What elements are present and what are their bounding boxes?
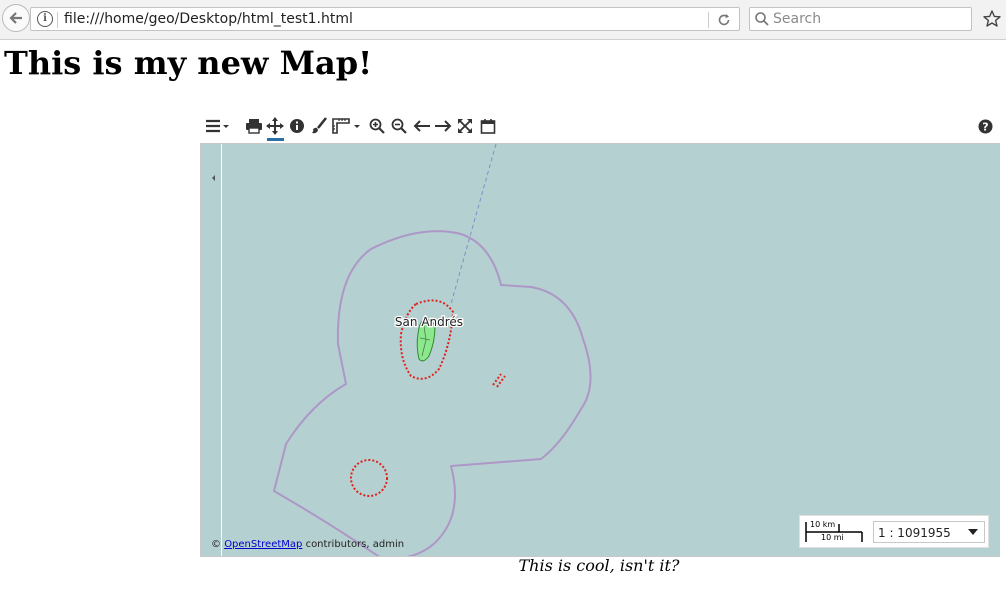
attribution-text: contributors, admin xyxy=(302,539,405,550)
map-view[interactable]: San Andrés © OpenStreetMap contributors,… xyxy=(200,143,1000,557)
zoom-in-icon xyxy=(369,118,385,134)
search-input[interactable]: Search xyxy=(749,7,972,31)
browser-toolbar: i file:///home/geo/Desktop/html_test1.ht… xyxy=(0,0,1006,40)
reload-separator xyxy=(708,12,709,28)
forward-arrow-icon xyxy=(435,120,452,132)
history-forward-button[interactable] xyxy=(432,115,454,137)
reload-icon xyxy=(718,14,730,26)
info-icon xyxy=(290,119,304,133)
search-placeholder: Search xyxy=(773,11,822,27)
info-icon[interactable]: i xyxy=(37,11,53,27)
zoom-out-icon xyxy=(391,118,407,134)
pan-zoom-control[interactable] xyxy=(201,144,247,364)
url-separator xyxy=(57,12,58,28)
back-button[interactable] xyxy=(2,4,30,32)
info-button[interactable] xyxy=(286,115,308,137)
calendar-icon xyxy=(480,119,496,134)
place-label: San Andrés xyxy=(395,315,463,329)
style-button[interactable] xyxy=(308,115,330,137)
chevron-down-icon[interactable] xyxy=(968,529,978,535)
zoom-out-button[interactable] xyxy=(388,115,410,137)
scale-select[interactable]: 1 : 1091955 xyxy=(873,521,985,543)
scale-value: 1 : 1091955 xyxy=(878,526,951,540)
scale-mi-label: 10 mi xyxy=(821,533,844,542)
reload-button[interactable] xyxy=(715,11,733,29)
caption-text: This is cool, isn't it? xyxy=(518,556,680,575)
pan-icon xyxy=(266,117,284,135)
dashed-route-line xyxy=(450,144,497,305)
map-toolbar: ? xyxy=(200,113,1000,141)
active-tool-indicator xyxy=(267,138,284,141)
back-arrow-icon xyxy=(413,120,430,132)
fullscreen-icon xyxy=(458,119,472,133)
url-text[interactable]: file:///home/geo/Desktop/html_test1.html xyxy=(64,11,353,27)
copyright-symbol: © xyxy=(211,539,221,550)
help-icon: ? xyxy=(978,119,992,133)
measure-button[interactable] xyxy=(331,115,361,137)
reef-outline-south xyxy=(350,459,388,497)
scale-panel: 10 km 10 mi 1 : 1091955 xyxy=(799,515,989,548)
pan-zoom-bar xyxy=(201,144,247,556)
map-layers[interactable]: San Andrés xyxy=(201,144,1000,557)
page-title: This is my new Map! xyxy=(4,44,373,82)
fullscreen-button[interactable] xyxy=(454,115,476,137)
print-icon xyxy=(246,119,262,134)
measure-ruler-icon xyxy=(332,118,360,134)
search-icon xyxy=(755,12,769,26)
osm-link[interactable]: OpenStreetMap xyxy=(224,539,302,550)
print-button[interactable] xyxy=(243,115,265,137)
map-attribution: © OpenStreetMap contributors, admin xyxy=(211,539,404,550)
bookmark-button[interactable] xyxy=(980,7,1004,31)
pan-button[interactable] xyxy=(264,115,286,137)
scale-km-label: 10 km xyxy=(810,520,836,529)
maritime-boundary xyxy=(272,230,592,556)
menu-icon xyxy=(206,119,229,133)
history-back-button[interactable] xyxy=(411,115,433,137)
address-bar[interactable]: i file:///home/geo/Desktop/html_test1.ht… xyxy=(30,7,740,31)
back-arrow-icon xyxy=(9,12,22,24)
help-button[interactable]: ? xyxy=(974,115,996,137)
svg-text:?: ? xyxy=(982,120,988,133)
bookmark-star-icon xyxy=(983,10,1001,27)
calendar-button[interactable] xyxy=(477,115,499,137)
menu-button[interactable] xyxy=(204,115,230,137)
style-brush-icon xyxy=(312,117,328,134)
zoom-in-button[interactable] xyxy=(366,115,388,137)
